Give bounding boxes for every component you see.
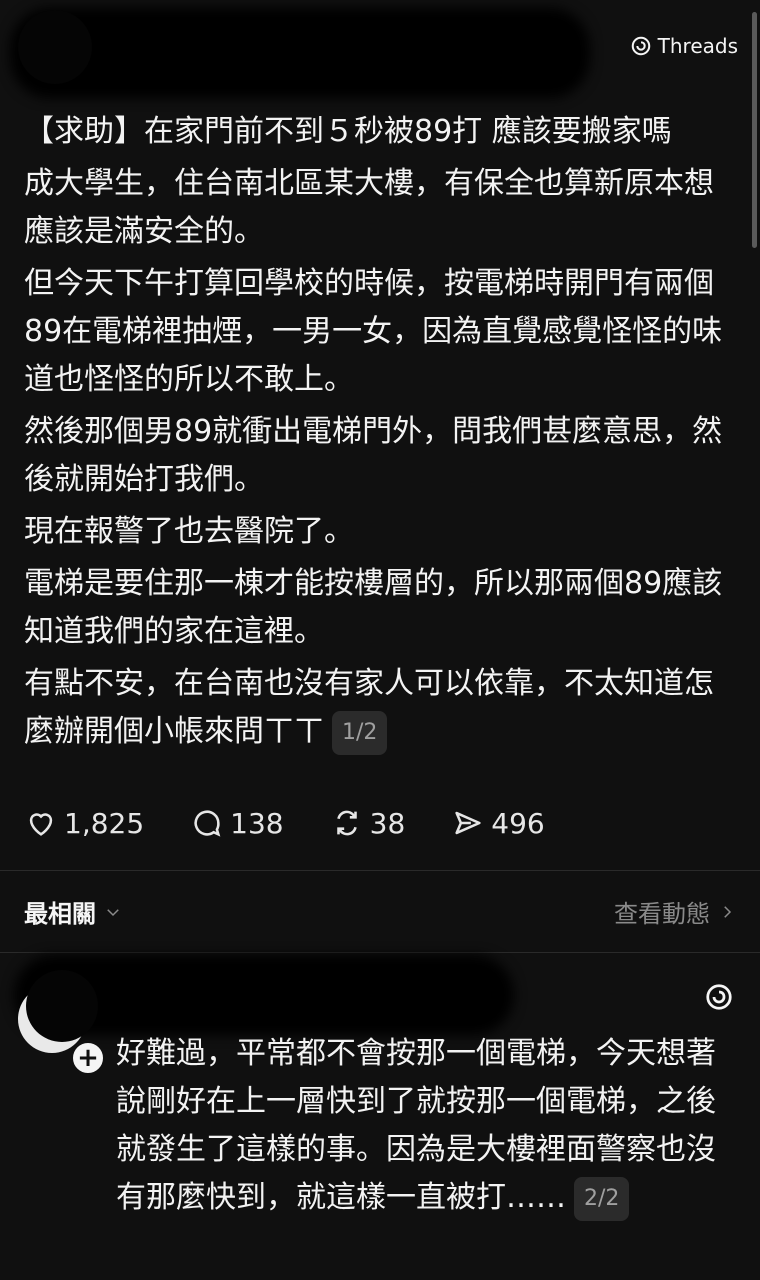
post-paragraph-last: 有點不安，在台南也沒有家人可以依靠，不太知道怎麼辦開個小帳來問ㄒㄒ 1/2: [24, 660, 736, 756]
sort-label: 最相關: [24, 900, 96, 928]
reply-body: 好難過，平常都不會按那一個電梯，今天想著說剛好在上一層快到了就按那一個電梯，之後…: [116, 1030, 726, 1222]
post-title: 【求助】在家門前不到５秒被89打 應該要搬家嗎: [24, 114, 672, 149]
comment-button[interactable]: 138: [190, 806, 284, 840]
view-activity-link[interactable]: 查看動態: [614, 894, 736, 929]
sort-dropdown[interactable]: 最相關: [24, 894, 122, 929]
post-paragraph: 然後那個男89就衝出電梯門外，問我們甚麼意思，然後就開始打我們。: [24, 414, 723, 497]
like-count: 1,825: [64, 806, 145, 840]
post-paragraph: 但今天下午打算回學校的時候，按電梯時開門有兩個89在電梯裡抽煙，一男一女，因為直…: [24, 266, 723, 397]
post-body: 【求助】在家門前不到５秒被89打 應該要搬家嗎 成大學生，住台南北區某大樓，有保…: [24, 108, 736, 756]
heart-icon: [29, 813, 53, 836]
reply-avatar-mask: [26, 970, 98, 1042]
share-count: 496: [491, 806, 545, 840]
scrollbar[interactable]: [752, 12, 757, 248]
avatar[interactable]: [18, 10, 92, 84]
post-paragraph: 現在報警了也去醫院了。: [24, 514, 354, 549]
post-paragraph: 電梯是要住那一棟才能按樓層的，所以那兩個89應該知道我們的家在這裡。: [24, 566, 723, 649]
brand-name: Threads: [657, 34, 738, 58]
repost-count: 38: [369, 806, 406, 840]
comment-icon: [194, 810, 221, 837]
sort-bar: 最相關 查看動態: [24, 894, 736, 929]
action-bar: 1,825 138 38 496: [24, 806, 591, 840]
redacted-header: [10, 8, 590, 98]
threads-logo-icon: [631, 36, 650, 56]
chevron-down-icon: [107, 908, 119, 916]
divider: [0, 952, 760, 953]
page-badge[interactable]: 1/2: [332, 710, 388, 755]
comment-count: 138: [230, 806, 284, 840]
view-activity-label: 查看動態: [614, 900, 710, 928]
share-button[interactable]: 496: [451, 806, 545, 840]
threads-logo-icon[interactable]: [704, 982, 734, 1012]
repost-button[interactable]: 38: [330, 806, 406, 840]
repost-icon: [336, 810, 357, 836]
post-paragraph: 成大學生，住台南北區某大樓，有保全也算新原本想應該是滿安全的。: [24, 166, 714, 249]
chevron-right-icon: [724, 905, 732, 918]
like-button[interactable]: 1,825: [24, 806, 144, 840]
reply-page-badge[interactable]: 2/2: [574, 1176, 630, 1221]
threads-brand[interactable]: Threads: [630, 34, 738, 58]
follow-plus-icon[interactable]: +: [70, 1040, 106, 1076]
send-icon: [455, 811, 481, 835]
divider: [0, 870, 760, 871]
